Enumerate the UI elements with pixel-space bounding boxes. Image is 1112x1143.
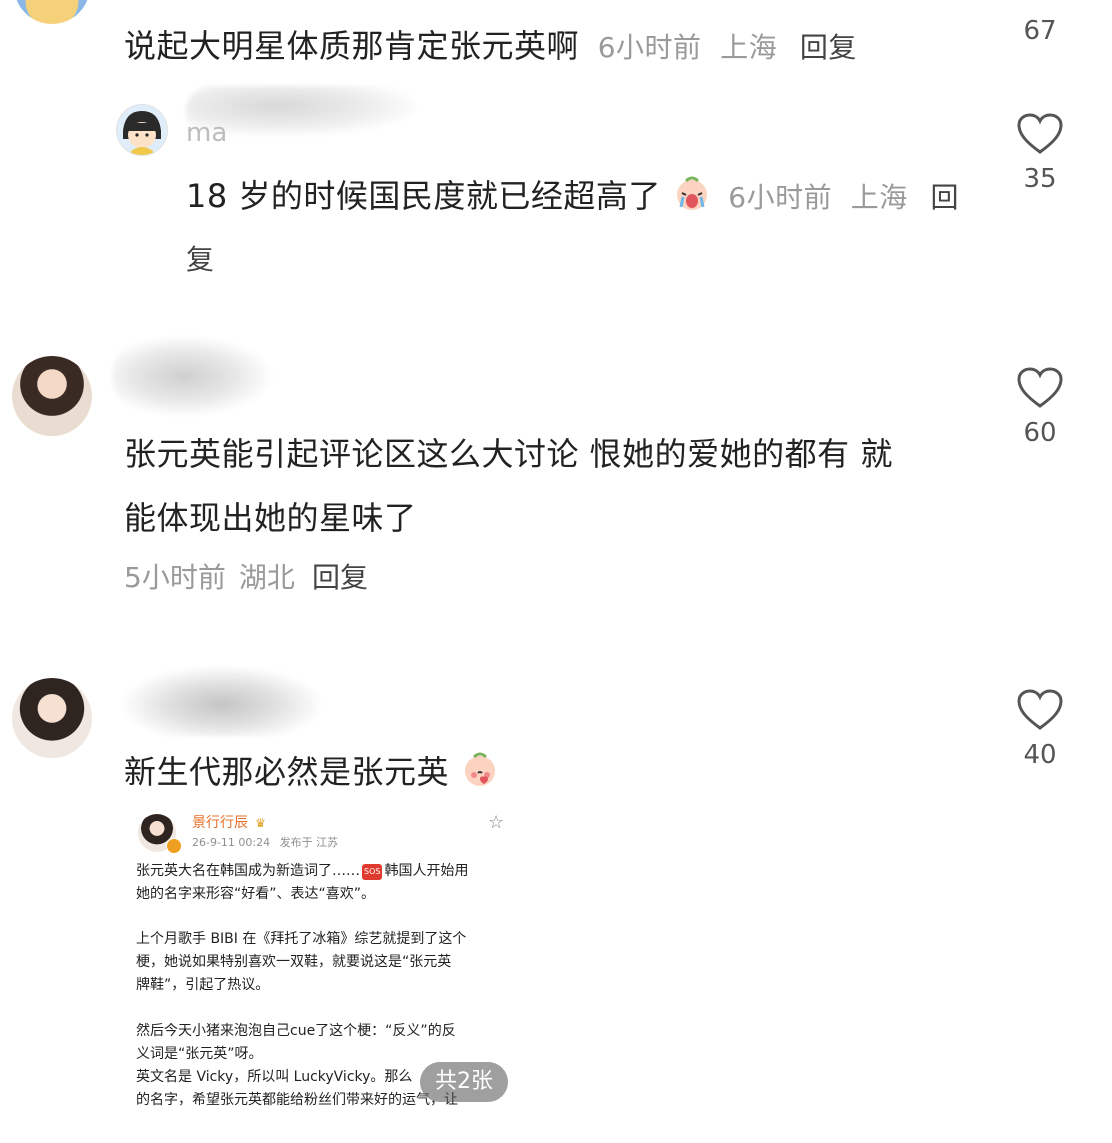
comment-time: 6小时前 <box>728 181 833 214</box>
sos-badge: SOS <box>362 864 383 880</box>
heart-outline-icon <box>1017 689 1063 730</box>
star-outline-icon[interactable]: ☆ <box>488 812 504 833</box>
avatar[interactable] <box>116 104 168 156</box>
post-meta: 26-9-11 00:24 发布于 江苏 <box>192 834 338 850</box>
post-text: 牌鞋”，引起了热议。 <box>136 977 270 993</box>
heart-outline-icon <box>1017 113 1063 154</box>
post-date: 26-9-11 00:24 <box>192 836 271 849</box>
post-paragraph: 张元英大名在韩国成为新造词了…… SOS 韩国人开始用 她的名字来形容“好看”、表达… <box>136 860 508 906</box>
post-text: 梗，她说如果特别喜欢一双鞋，就要说这是“张元英 <box>136 954 452 970</box>
reply-button-wrap[interactable]: 复 <box>186 236 214 284</box>
reply-button[interactable]: 回 <box>930 181 959 214</box>
like-button[interactable]: 40 <box>1000 688 1080 770</box>
post-text: 张元英大名在韩国成为新造词了…… <box>136 863 360 879</box>
comment-location: 湖北 <box>238 561 295 594</box>
comment-meta: 5小时前 湖北 回复 <box>124 556 368 604</box>
like-button[interactable]: 60 <box>1000 366 1080 448</box>
comment-body: 新生代那必然是张元英 <box>124 753 450 791</box>
avatar[interactable] <box>12 678 92 758</box>
comment-location: 上海 <box>720 31 778 64</box>
crown-icon: ♛ <box>255 816 266 830</box>
username-blurred <box>112 336 272 416</box>
post-author: 景行行辰 <box>192 815 248 831</box>
post-text: 韩国人开始用 <box>384 863 469 879</box>
post-paragraph: 上个月歌手 BIBI 在《拜托了冰箱》综艺就提到了这个 梗，她说如果特别喜欢一双… <box>136 928 508 997</box>
post-text: 然后今天小猪来泡泡自己cue了这个梗：“反义”的反 <box>136 1023 456 1039</box>
post-text: 上个月歌手 BIBI 在《拜托了冰箱》综艺就提到了这个 <box>136 931 467 947</box>
reply-button[interactable]: 回复 <box>312 561 368 594</box>
kiss-baby-emoji-icon <box>460 746 500 786</box>
crying-baby-emoji-icon <box>672 170 712 210</box>
comment-time: 6小时前 <box>597 31 702 64</box>
comment-text: 18 岁的时候国民度就已经超高了 6小时前 上海 回 <box>186 164 959 230</box>
like-count: 40 <box>1023 740 1057 770</box>
like-button[interactable]: 67 <box>1000 12 1080 46</box>
like-count: 35 <box>1023 164 1057 194</box>
verified-badge-icon <box>166 838 182 854</box>
post-text: 她的名字来形容“好看”、表达“喜欢”。 <box>136 886 376 902</box>
cartoon-girl-avatar-icon <box>123 111 161 155</box>
comment-location: 上海 <box>850 181 908 214</box>
comment-text-line: 张元英能引起评论区这么大讨论 恨她的爱她的都有 就 <box>124 435 893 473</box>
comment-text: 新生代那必然是张元英 <box>124 740 500 804</box>
like-button[interactable]: 35 <box>1000 112 1080 194</box>
post-author-row: 景行行辰 ♛ <box>192 812 266 832</box>
avatar[interactable] <box>14 0 90 24</box>
avatar[interactable] <box>12 356 92 436</box>
like-count: 67 <box>1023 16 1057 46</box>
comment-text-line: 能体现出她的星味了 <box>124 499 417 537</box>
username-blurred <box>122 666 322 736</box>
comment-body: 18 岁的时候国民度就已经超高了 <box>186 177 661 215</box>
like-count: 60 <box>1023 418 1057 448</box>
reply-button[interactable]: 回复 <box>800 31 857 64</box>
comment-time: 5小时前 <box>124 561 226 594</box>
comment-body: 说起大明星体质那肯定张元英啊 <box>124 27 580 65</box>
image-count-badge[interactable]: 共2张 <box>420 1062 508 1102</box>
comment-text: 说起大明星体质那肯定张元英啊 6小时前 上海 回复 <box>124 14 857 80</box>
heart-outline-icon <box>1017 367 1063 408</box>
post-from: 发布于 江苏 <box>279 836 339 849</box>
username: ma <box>186 118 228 142</box>
